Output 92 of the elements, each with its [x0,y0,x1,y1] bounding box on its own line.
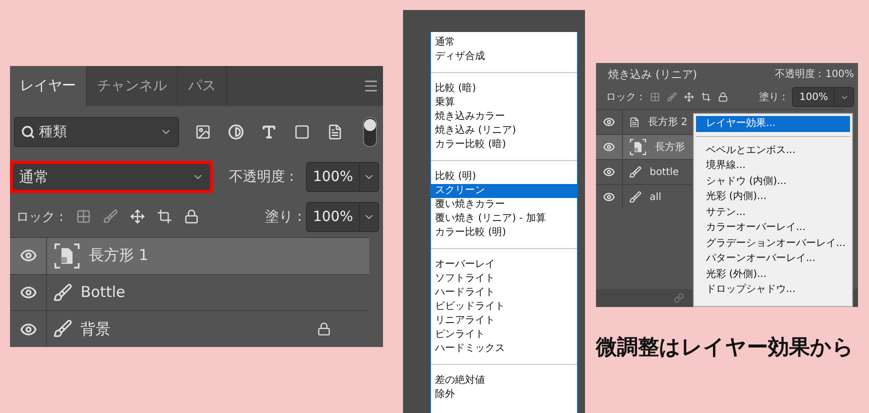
blend-mode-value: 焼き込み (リニア) [608,66,698,82]
menu-item[interactable]: 焼き込み (リニア) [431,124,577,138]
smart-object-icon [53,242,81,270]
menu-item[interactable]: ピンライト [431,328,577,342]
eye-icon[interactable] [20,320,36,338]
layer-row[interactable]: 背景 [10,310,369,348]
layer-row[interactable]: 長方形 1 [10,236,369,274]
checker-icon[interactable] [76,209,91,224]
document-icon [629,116,640,128]
fill-field[interactable]: 100% [792,87,854,107]
crop-icon[interactable] [156,209,172,224]
menu-item[interactable]: レイヤー効果... [696,116,850,132]
brush-icon [53,282,73,302]
menu-item[interactable]: カラー比較 (明) [431,226,577,240]
menu-item[interactable]: 比較 (明) [431,170,577,184]
menu-item[interactable]: 比較 (暗) [431,82,577,96]
filter-toggle[interactable] [363,116,377,147]
menu-icon[interactable] [363,78,379,94]
opacity-label: 不透明度 : [228,168,294,186]
layer-name: bottle [650,166,679,178]
move-icon[interactable] [130,209,145,224]
menu-item[interactable]: オーバーレイ [431,258,577,272]
lock-label: ロック : [606,91,643,104]
filter-value: 種類 [39,122,67,141]
eye-icon[interactable] [603,191,615,203]
fill-field[interactable]: 100% [306,202,379,232]
square-icon[interactable] [294,124,310,140]
menu-item[interactable]: ディザ合成 [431,50,577,64]
layer-name: Bottle [80,283,126,302]
search-icon [21,124,35,139]
menu-item[interactable]: カラーオーバーレイ... [696,220,850,236]
fill-label: 塗り : [264,208,302,226]
menu-item[interactable]: 覆い焼きカラー [431,198,577,212]
move-icon[interactable] [684,92,694,102]
menu-item[interactable]: グラデーションオーバーレイ... [696,236,850,251]
lock-icon[interactable] [718,92,728,102]
menu-item[interactable]: パターンオーバーレイ... [696,251,850,266]
menu-item[interactable]: ビビッドライト [431,300,577,314]
eye-icon[interactable] [603,166,615,178]
menu-item[interactable]: スクリーン [431,184,577,198]
brush-icon [629,166,642,178]
menu-item[interactable]: カラー比較 (暗) [431,138,577,152]
menu-item[interactable]: サテン... [696,204,850,220]
menu-item[interactable]: 光彩 (内側)... [696,189,850,204]
menu-item[interactable]: ハードミックス [431,342,577,356]
menu-item[interactable]: 境界線... [696,158,850,174]
menu-item[interactable]: シャドウ (内側)... [696,174,850,189]
lock-label: ロック : [16,208,64,226]
menu-item[interactable]: ベベルとエンボス... [696,142,850,158]
menu-item[interactable]: 除外 [431,388,577,402]
brush-icon [629,190,642,204]
checker-icon[interactable] [650,92,660,102]
layer-name: 長方形 2 [648,116,688,129]
brush-icon [53,319,73,339]
menu-item[interactable]: 焼き込みカラー [431,110,577,124]
text-icon[interactable] [261,124,278,140]
document-icon[interactable] [327,124,344,140]
layer-name: 背景 [80,320,111,339]
layer-name: 長方形 [655,140,685,154]
brush-icon[interactable] [666,92,677,102]
eye-icon[interactable] [20,247,36,264]
blend-mode-value: 通常 [19,168,49,187]
menu-item[interactable]: 通常 [431,36,577,50]
crop-icon[interactable] [700,92,711,102]
menu-item[interactable]: ドロップシャドウ... [696,282,850,298]
layer-name: 長方形 1 [89,246,148,266]
smart-object-icon [629,138,647,156]
menu-item[interactable]: ハードライト [431,286,577,300]
menu-item[interactable]: 光彩 (外側)... [696,266,850,282]
opacity-label: 不透明度 : [774,68,822,81]
menu-item[interactable]: 乗算 [431,96,577,110]
link-icon[interactable] [674,293,684,303]
contrast-icon[interactable] [228,124,244,140]
menu-item[interactable]: 差の絶対値 [431,374,577,388]
fill-label: 塗り : [758,91,786,104]
image-icon[interactable] [195,124,212,140]
eye-icon[interactable] [20,284,36,301]
layer-row[interactable]: Bottle [10,274,369,310]
menu-item[interactable]: ソフトライト [431,272,577,286]
layer-name: all [650,192,662,202]
eye-icon[interactable] [603,141,615,153]
menu-item[interactable]: 覆い焼き (リニア) - 加算 [431,212,577,226]
eye-icon[interactable] [603,116,615,128]
caption: 微調整はレイヤー効果から [596,334,855,361]
menu-item[interactable]: リニアライト [431,314,577,328]
lock-icon[interactable] [184,209,199,224]
brush-icon[interactable] [102,209,118,224]
opacity-value: 100% [825,68,854,80]
filter-dropdown[interactable]: 種類 [14,116,180,147]
panel-tab[interactable]: レイヤー [10,66,87,106]
blend-mode-dropdown[interactable]: 通常 [10,161,213,194]
opacity-field[interactable]: 100% [306,162,379,192]
